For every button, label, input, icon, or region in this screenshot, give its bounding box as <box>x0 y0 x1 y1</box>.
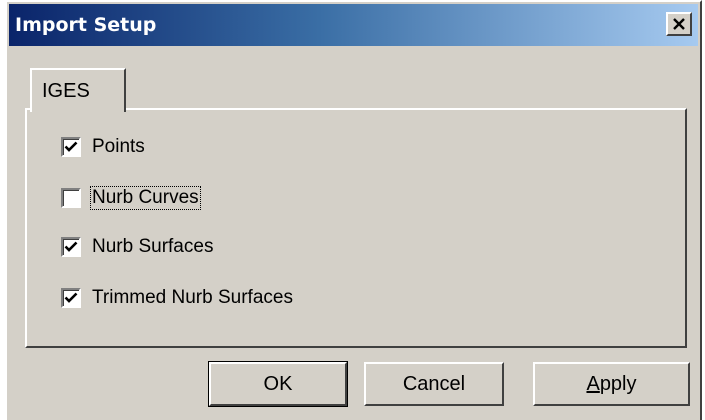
option-trimmed-nurb-surfaces[interactable]: Trimmed Nurb Surfaces <box>61 287 294 309</box>
iges-options-panel: Points Nurb Curves Nurb Surfaces Trimmed… <box>25 108 687 348</box>
option-points[interactable]: Points <box>61 136 146 158</box>
tab-iges-label: IGES <box>42 80 90 102</box>
apply-label-rest: pply <box>599 372 637 395</box>
checkmark-icon <box>64 141 78 152</box>
trimmed-nurb-surfaces-checkbox[interactable] <box>61 288 81 308</box>
apply-button[interactable]: Apply <box>533 362 690 406</box>
dialog-title: Import Setup <box>15 14 157 36</box>
nurb-surfaces-checkbox[interactable] <box>61 237 81 257</box>
apply-mnemonic: A <box>586 372 600 395</box>
apply-button-label: Apply <box>586 373 636 396</box>
ok-button[interactable]: OK <box>208 361 348 407</box>
title-bar[interactable]: Import Setup <box>9 4 698 46</box>
cancel-button[interactable]: Cancel <box>364 362 504 406</box>
nurb-surfaces-label: Nurb Surfaces <box>92 236 214 257</box>
close-icon <box>673 17 685 30</box>
cancel-button-label: Cancel <box>402 372 466 395</box>
nurb-curves-label: Nurb Curves <box>90 186 201 210</box>
import-setup-dialog: Import Setup IGES Points Nurb Curves Nur… <box>5 0 702 420</box>
close-button[interactable] <box>666 12 692 36</box>
option-nurb-surfaces[interactable]: Nurb Surfaces <box>61 236 214 258</box>
option-nurb-curves[interactable]: Nurb Curves <box>61 186 201 210</box>
trimmed-nurb-surfaces-label: Trimmed Nurb Surfaces <box>92 287 293 308</box>
ok-button-label: OK <box>263 372 293 395</box>
points-checkbox[interactable] <box>61 137 81 157</box>
checkmark-icon <box>64 292 78 303</box>
nurb-curves-checkbox[interactable] <box>61 188 81 208</box>
points-label: Points <box>92 136 145 157</box>
checkmark-icon <box>64 241 78 252</box>
tab-iges[interactable]: IGES <box>30 68 126 112</box>
